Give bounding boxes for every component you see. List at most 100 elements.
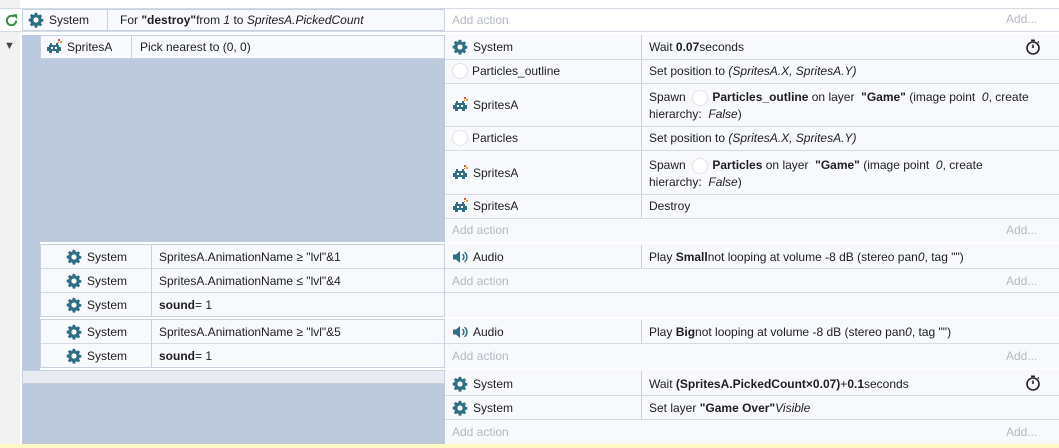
- text-part: (image point: [859, 158, 933, 172]
- variable-name: sound: [159, 297, 195, 312]
- add-more-link[interactable]: Add...: [1006, 12, 1037, 26]
- add-action-link[interactable]: Add action: [452, 344, 509, 367]
- object-name: System: [87, 348, 128, 363]
- object-icon: [692, 89, 709, 106]
- collapse-triangle-icon[interactable]: ▼: [4, 37, 20, 55]
- text-part: ): [737, 106, 742, 121]
- spawn-object: Particles: [712, 158, 763, 172]
- sprite-icon: [452, 97, 468, 113]
- action-wait[interactable]: Wait (SpritesA.PickedCount×0.07) +0.1 sec…: [649, 372, 909, 395]
- text-part: Set position to: [649, 64, 726, 78]
- action-play-sound[interactable]: Play Big not looping at volume -8 dB (st…: [649, 320, 951, 343]
- bottom-bar: [0, 444, 1059, 448]
- text-part: Wait: [649, 376, 673, 391]
- action-set-layer-visible[interactable]: Set layer "Game Over" Visible: [649, 396, 810, 419]
- text-part: Set layer: [649, 400, 697, 415]
- action-object-audio[interactable]: Audio: [452, 245, 504, 268]
- add-more-link[interactable]: Add...: [1006, 274, 1037, 288]
- text-part: not looping at volume -8 dB (stereo pan: [695, 324, 906, 339]
- stopwatch-icon: [1025, 374, 1041, 392]
- action-object-system[interactable]: System: [452, 396, 513, 419]
- action-set-position[interactable]: Set position to (SpritesA.X, SpritesA.Y): [649, 60, 856, 82]
- text-part: Set position to: [649, 131, 726, 145]
- divider: [641, 320, 642, 343]
- action-destroy[interactable]: Destroy: [649, 195, 690, 217]
- object-icon: [452, 130, 468, 146]
- compare-variable-condition[interactable]: sound = 1: [159, 344, 212, 367]
- loop-end: SpritesA.PickedCount: [246, 13, 364, 27]
- add-action-link[interactable]: Add action: [452, 420, 509, 443]
- stopwatch-icon: [1025, 38, 1041, 56]
- action-play-sound[interactable]: Play Small not looping at volume -8 dB (…: [649, 245, 964, 268]
- action-spawn[interactable]: Spawn Particles on layer "Game" (image p…: [649, 152, 1009, 193]
- object-name: SpritesA: [473, 165, 519, 180]
- object-name: System: [473, 400, 514, 415]
- add-action-link[interactable]: Add action: [452, 219, 509, 241]
- divider: [641, 35, 642, 219]
- object-name: System: [87, 324, 128, 339]
- action-object-system[interactable]: System: [452, 372, 513, 395]
- compare-variable-condition[interactable]: sound = 1: [159, 293, 212, 316]
- gear-icon: [452, 39, 468, 55]
- row-divider: [445, 194, 1059, 195]
- condition-object-system: System: [66, 245, 127, 268]
- add-action-link[interactable]: Add action: [452, 9, 509, 31]
- action-spawn[interactable]: Spawn Particles_outline on layer "Game" …: [649, 85, 1049, 125]
- add-more-link[interactable]: Add...: [1006, 223, 1037, 237]
- object-name: Audio: [473, 324, 504, 339]
- wait-value: 0.07: [675, 40, 700, 54]
- action-object-particles-outline[interactable]: Particles_outline: [452, 60, 560, 82]
- text-part: ): [737, 174, 742, 189]
- text-part: (image point: [905, 90, 979, 104]
- text-part: not looping at volume -8 dB (stereo pan: [707, 249, 918, 264]
- action-wait[interactable]: Wait 0.07 seconds: [649, 36, 744, 58]
- layer-name: "Game": [861, 90, 906, 104]
- gear-icon: [66, 249, 82, 265]
- compare-animation-condition[interactable]: SpritesA.AnimationName ≥ "lvl"&1: [159, 245, 341, 268]
- compare-animation-condition[interactable]: SpritesA.AnimationName ≤ "lvl"&4: [159, 269, 341, 292]
- action-object-audio[interactable]: Audio: [452, 320, 504, 343]
- empty-condition-header[interactable]: [22, 370, 445, 384]
- condition-object-system: System: [66, 344, 127, 367]
- text-part: Play: [649, 249, 673, 264]
- object-name: System: [87, 249, 128, 264]
- wait-offset: 0.1: [847, 376, 864, 391]
- object-name: SpritesA: [473, 199, 519, 213]
- layer-name: "Game Over": [699, 400, 776, 415]
- add-more-link[interactable]: Add...: [1006, 425, 1037, 439]
- gear-icon: [452, 400, 468, 416]
- position-value: (SpritesA.X, SpritesA.Y): [728, 64, 857, 78]
- add-action-link[interactable]: Add action: [452, 269, 509, 292]
- text-part: = 1: [195, 297, 213, 312]
- sprite-icon: [452, 165, 468, 181]
- text-part: Play: [649, 324, 673, 339]
- text-part: = 1: [195, 348, 213, 363]
- object-icon: [452, 63, 468, 79]
- action-object-system[interactable]: System: [452, 36, 513, 58]
- action-object-spritesa[interactable]: SpritesA: [452, 151, 518, 194]
- condition-text: Pick nearest to (0, 0): [140, 40, 251, 54]
- row-divider: [445, 150, 1059, 151]
- compare-animation-condition[interactable]: SpritesA.AnimationName ≥ "lvl"&5: [159, 320, 341, 343]
- action-object-spritesa[interactable]: SpritesA: [452, 84, 518, 126]
- row-divider: [445, 419, 1059, 420]
- gear-icon: [66, 348, 82, 364]
- gear-icon: [66, 324, 82, 340]
- divider: [131, 36, 132, 58]
- action-object-spritesa[interactable]: SpritesA: [452, 195, 518, 217]
- object-name: System: [473, 40, 514, 54]
- divider: [151, 320, 152, 367]
- action-set-position[interactable]: Set position to (SpritesA.X, SpritesA.Y): [649, 127, 856, 149]
- action-object-particles[interactable]: Particles: [452, 127, 518, 149]
- text-part: Spawn: [649, 158, 690, 172]
- text-part: , tag ""): [911, 324, 952, 339]
- object-name: SpritesA: [473, 98, 519, 112]
- condition-object-spritesa: SpritesA: [46, 36, 112, 58]
- text-part: Spawn: [649, 90, 690, 104]
- object-name: SpritesA: [67, 40, 113, 54]
- stereo-pan: 0: [905, 324, 912, 339]
- image-point: 0: [935, 158, 943, 172]
- add-more-link[interactable]: Add...: [1006, 349, 1037, 363]
- event-sheet-gutter: [0, 0, 20, 448]
- object-name: Audio: [473, 249, 504, 264]
